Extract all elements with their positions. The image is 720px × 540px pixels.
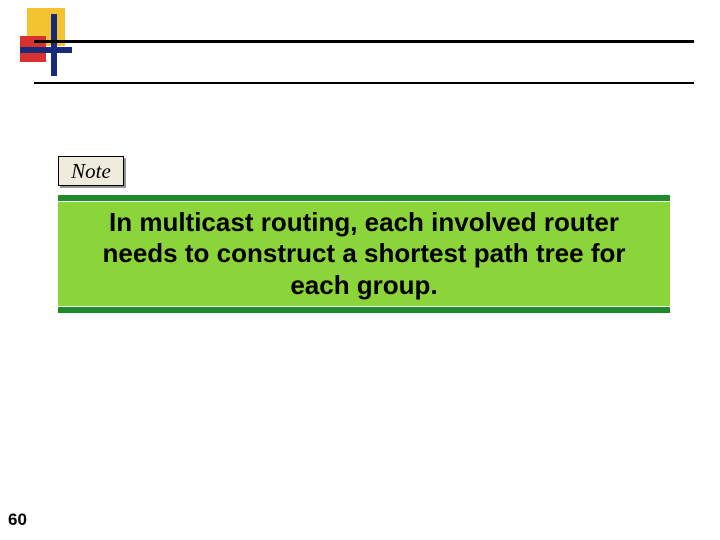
- page-number: 60: [8, 510, 27, 530]
- callout-band: In multicast routing, each involved rout…: [58, 202, 670, 306]
- logo-blue-bar-vertical: [51, 14, 57, 76]
- header-rule-thin: [34, 82, 694, 84]
- note-label: Note: [71, 159, 111, 184]
- header-rule-thick: [34, 40, 694, 43]
- logo-blue-bar-horizontal: [20, 47, 72, 53]
- callout-text: In multicast routing, each involved rout…: [76, 207, 652, 301]
- callout-border-bottom: [58, 307, 670, 313]
- callout-border-top: [58, 195, 670, 201]
- note-badge: Note: [58, 156, 124, 186]
